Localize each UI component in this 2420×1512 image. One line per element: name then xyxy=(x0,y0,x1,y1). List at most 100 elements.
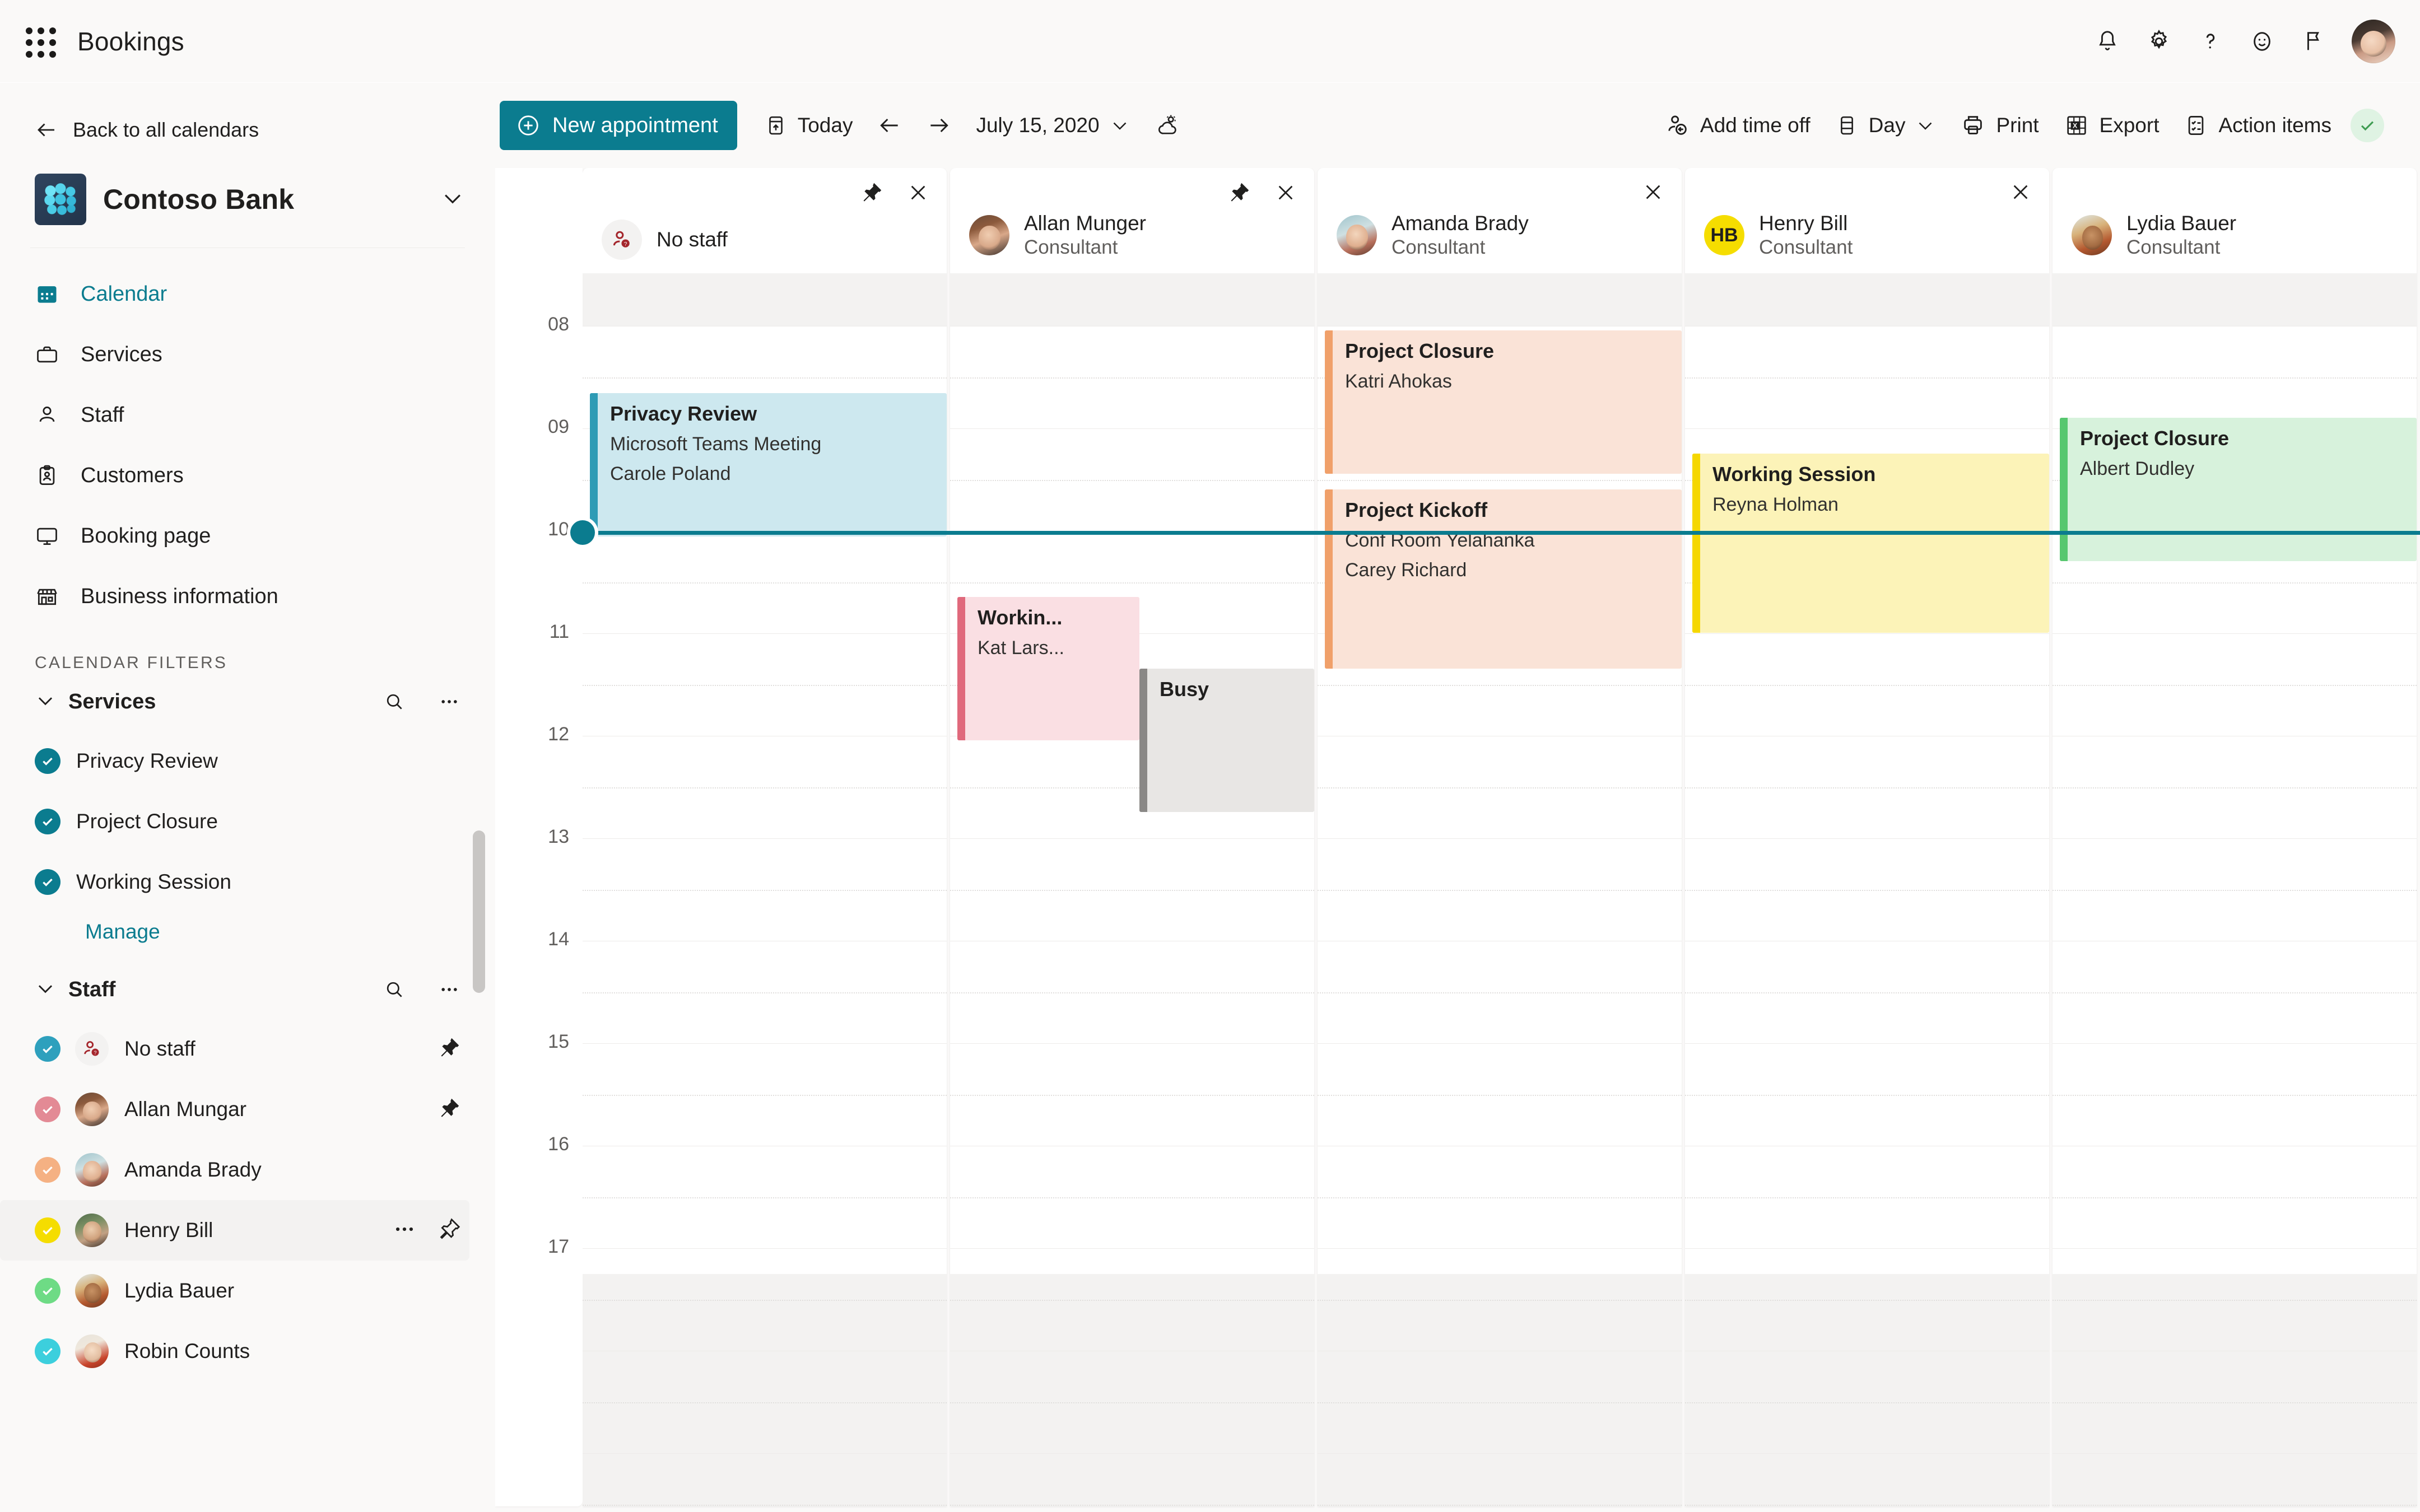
account-avatar[interactable] xyxy=(2352,19,2395,63)
half-hour-gridline xyxy=(2053,1094,2417,1096)
calendar-event[interactable]: Working Session Reyna Holman xyxy=(1692,454,2049,633)
calendar-event[interactable]: Privacy Review Microsoft Teams Meeting Car… xyxy=(590,393,947,536)
new-appointment-label: New appointment xyxy=(552,113,718,137)
day-view-icon xyxy=(1840,116,1853,135)
sidebar-item-staff[interactable]: Staff xyxy=(0,385,495,445)
chevron-down-icon[interactable] xyxy=(35,978,58,1002)
calendar-event[interactable]: Workin... Kat Lars... xyxy=(957,597,1139,740)
organization-switcher[interactable]: Contoso Bank xyxy=(0,150,495,225)
weather-button[interactable] xyxy=(1142,101,1193,150)
app-launcher-waffle-icon[interactable] xyxy=(22,24,57,59)
hour-gridline xyxy=(2053,633,2417,634)
staff-filter-robin-counts[interactable]: Robin Counts xyxy=(0,1321,469,1382)
staff-column-body[interactable]: Privacy Review Microsoft Teams Meeting Car… xyxy=(583,273,947,1506)
service-filter-working-session[interactable]: Working Session xyxy=(0,852,469,912)
half-hour-gridline xyxy=(1685,1094,2049,1096)
add-time-off-button[interactable]: Add time off xyxy=(1652,101,1823,150)
sidebar-item-label: Customers xyxy=(81,463,184,487)
sidebar-item-customers[interactable]: Customers xyxy=(0,445,495,506)
staff-filter-amanda-brady[interactable]: Amanda Brady xyxy=(0,1140,469,1200)
next-day-button[interactable] xyxy=(914,101,964,150)
checkbox-checked-icon[interactable] xyxy=(35,869,61,895)
half-hour-gridline xyxy=(583,1504,947,1506)
view-selector-button[interactable]: Day xyxy=(1823,101,1948,150)
search-icon[interactable] xyxy=(383,978,406,1001)
half-hour-gridline xyxy=(1318,1094,1682,1096)
gear-icon[interactable] xyxy=(2133,16,2185,67)
pin-filled-icon[interactable] xyxy=(1227,180,1251,205)
calendar-event[interactable]: Busy xyxy=(1139,669,1314,812)
pin-filled-icon[interactable] xyxy=(437,1035,462,1063)
close-icon[interactable] xyxy=(2009,180,2032,204)
staff-filter-no-staff[interactable]: ? No staff xyxy=(0,1019,469,1079)
half-hour-gridline xyxy=(2053,684,2417,686)
checkbox-checked-icon[interactable] xyxy=(35,1217,61,1243)
half-hour-gridline xyxy=(1685,1299,2049,1301)
feedback-smiley-icon[interactable] xyxy=(2236,16,2288,67)
staff-filter-lydia-bauer[interactable]: Lydia Bauer xyxy=(0,1261,469,1321)
sidebar-item-services[interactable]: Services xyxy=(0,324,495,385)
back-to-all-calendars-link[interactable]: Back to all calendars xyxy=(0,110,495,150)
more-options-icon[interactable] xyxy=(392,1217,417,1244)
sidebar-item-business-information[interactable]: Business information xyxy=(0,566,495,627)
avatar xyxy=(75,1153,109,1187)
date-picker-button[interactable]: July 15, 2020 xyxy=(964,101,1142,150)
half-hour-gridline xyxy=(1318,1299,1682,1301)
chevron-down-icon[interactable] xyxy=(440,186,465,213)
service-filter-privacy-review[interactable]: Privacy Review xyxy=(0,731,469,791)
previous-day-button[interactable] xyxy=(865,101,914,150)
staff-column-body[interactable]: Project Closure Katri Ahokas Project Kicko… xyxy=(1318,273,1682,1506)
calendar-event[interactable]: Project Kickoff Conf Room Yelahanka Carey … xyxy=(1325,489,1682,669)
help-icon[interactable] xyxy=(2185,16,2236,67)
pin-filled-icon[interactable] xyxy=(859,180,884,205)
close-icon[interactable] xyxy=(906,181,930,204)
briefcase-icon xyxy=(35,342,65,367)
bell-icon[interactable] xyxy=(2082,16,2133,67)
search-icon[interactable] xyxy=(383,690,406,713)
sidebar-item-booking-page[interactable]: Booking page xyxy=(0,506,495,566)
pin-filled-icon[interactable] xyxy=(437,1096,462,1123)
action-items-button[interactable]: Action items xyxy=(2171,101,2396,150)
sidebar-item-calendar[interactable]: Calendar xyxy=(0,264,495,324)
today-button[interactable]: Today xyxy=(752,101,865,150)
chevron-down-icon[interactable] xyxy=(35,690,58,714)
service-filter-project-closure[interactable]: Project Closure xyxy=(0,791,469,852)
staff-filter-allan-mungar[interactable]: Allan Mungar xyxy=(0,1079,469,1140)
close-icon[interactable] xyxy=(1641,180,1665,204)
event-title: Working Session xyxy=(1712,463,1876,486)
checkbox-checked-icon[interactable] xyxy=(35,1278,61,1304)
staff-column-body[interactable]: Working Session Reyna Holman xyxy=(1685,273,2049,1506)
calendar-event[interactable]: Project Closure Albert Dudley xyxy=(2060,418,2417,561)
staff-column-body[interactable]: Workin... Kat Lars... Busy xyxy=(950,273,1314,1506)
hour-gridline xyxy=(2053,838,2417,839)
services-filter-group-header[interactable]: Services xyxy=(0,673,495,731)
checkbox-checked-icon[interactable] xyxy=(35,1036,61,1062)
checkbox-checked-icon[interactable] xyxy=(35,1338,61,1364)
checkbox-checked-icon[interactable] xyxy=(35,748,61,774)
manage-services-link[interactable]: Manage xyxy=(0,912,495,960)
checkbox-checked-icon[interactable] xyxy=(35,1096,61,1122)
sidebar: Back to all calendars Contoso Bank Calen… xyxy=(0,83,495,1512)
checkbox-checked-icon[interactable] xyxy=(35,1157,61,1183)
more-options-icon[interactable] xyxy=(438,690,460,713)
event-title: Privacy Review xyxy=(610,402,757,425)
new-appointment-button[interactable]: New appointment xyxy=(500,101,737,150)
checkbox-checked-icon[interactable] xyxy=(35,809,61,834)
sidebar-scrollbar[interactable] xyxy=(473,830,485,993)
staff-role: Consultant xyxy=(1759,236,1853,259)
close-icon[interactable] xyxy=(1274,181,1297,204)
staff-column-body[interactable]: Project Closure Albert Dudley xyxy=(2053,273,2417,1506)
staff-filter-group-header[interactable]: Staff xyxy=(0,960,495,1019)
half-hour-gridline xyxy=(950,889,1314,891)
more-options-icon[interactable] xyxy=(438,978,460,1001)
half-hour-gridline xyxy=(1685,889,2049,891)
print-button[interactable]: Print xyxy=(1948,101,2051,150)
export-button[interactable]: X Export xyxy=(2051,101,2172,150)
flag-icon[interactable] xyxy=(2288,16,2339,67)
staff-filter-henry-bill[interactable]: Henry Bill xyxy=(0,1200,469,1261)
hour-gridline xyxy=(1685,1453,2049,1454)
action-items-status-badge xyxy=(2351,109,2384,142)
pin-outline-icon[interactable] xyxy=(437,1217,462,1244)
half-hour-gridline xyxy=(583,1402,947,1403)
calendar-event[interactable]: Project Closure Katri Ahokas xyxy=(1325,330,1682,474)
